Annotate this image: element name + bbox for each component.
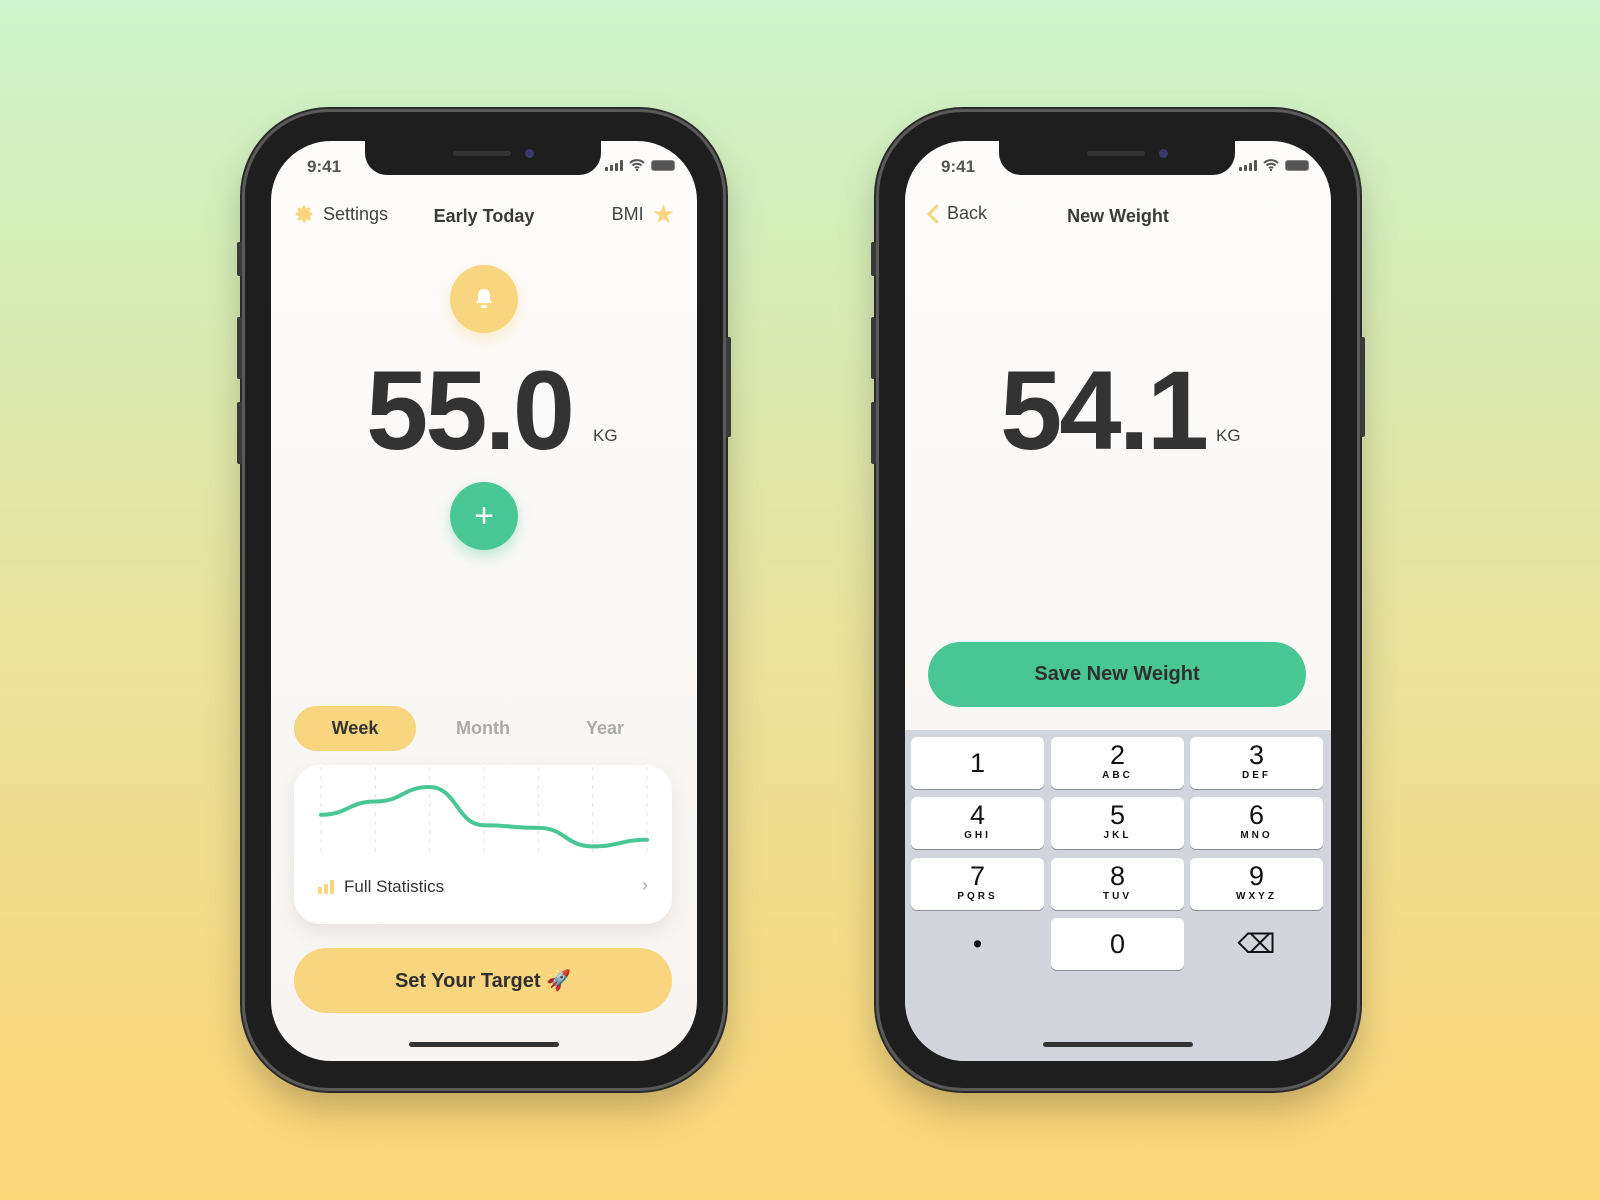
status-time: 9:41 bbox=[307, 157, 342, 176]
add-weight-button[interactable]: + bbox=[450, 482, 518, 550]
key-digit: 1 bbox=[969, 748, 986, 778]
weight-chart bbox=[319, 767, 649, 855]
key-letters: DEF bbox=[1242, 770, 1271, 781]
delete-key[interactable]: ⌫ bbox=[1190, 918, 1323, 970]
status-time: 9:41 bbox=[941, 157, 976, 176]
phone-home-screen: 9:41 Settings Early Today BMI ★ 55.0 KG … bbox=[237, 112, 731, 1088]
battery-icon bbox=[651, 159, 675, 171]
bell-icon bbox=[476, 289, 492, 308]
key-2[interactable]: 2 ABC bbox=[1051, 737, 1184, 789]
screen: 9:41 Settings Early Today BMI ★ 55.0 KG … bbox=[271, 141, 697, 1061]
status-icons bbox=[1239, 159, 1309, 171]
home-indicator bbox=[1043, 1042, 1193, 1047]
key-9[interactable]: 9 WXYZ bbox=[1190, 858, 1323, 910]
status-icons bbox=[605, 159, 675, 171]
key-digit: • bbox=[972, 929, 983, 959]
nav-bar: Back New Weight bbox=[905, 203, 1331, 233]
key-3[interactable]: 3 DEF bbox=[1190, 737, 1323, 789]
full-statistics-label: Full Statistics bbox=[344, 877, 445, 896]
signal-icon bbox=[1239, 159, 1257, 171]
key-letters: PQRS bbox=[957, 891, 998, 902]
key-letters: WXYZ bbox=[1236, 891, 1277, 902]
key-letters: ABC bbox=[1102, 770, 1133, 781]
key-digit: 5 bbox=[1109, 800, 1126, 830]
tab-year[interactable]: Year bbox=[544, 706, 666, 751]
nav-bar: Settings Early Today BMI ★ bbox=[271, 199, 697, 233]
save-new-weight-button[interactable]: Save New Weight bbox=[928, 642, 1306, 707]
key-digit: 9 bbox=[1248, 861, 1265, 891]
key-digit: 8 bbox=[1109, 861, 1126, 891]
tab-week[interactable]: Week bbox=[294, 706, 416, 751]
bmi-button[interactable]: BMI ★ bbox=[611, 199, 675, 229]
key-4[interactable]: 4 GHI bbox=[911, 797, 1044, 849]
screen: 9:41 Back New Weight 54.1 KG Save New We… bbox=[905, 141, 1331, 1061]
key-digit: 0 bbox=[1109, 929, 1126, 959]
key-letters: JKL bbox=[1103, 830, 1132, 841]
numeric-keypad: 1 2 ABC 3 DEF 4 GHI 5 JKL 6 MNO 7 PQRS 8 TUV 9 WXYZ • 0 ⌫ bbox=[905, 730, 1331, 1061]
key-digit: 6 bbox=[1248, 800, 1265, 830]
key-5[interactable]: 5 JKL bbox=[1051, 797, 1184, 849]
period-tabs: Week Month Year bbox=[294, 706, 672, 751]
key-letters: GHI bbox=[964, 830, 991, 841]
bmi-label: BMI bbox=[611, 203, 644, 224]
set-target-button[interactable]: Set Your Target 🚀 bbox=[294, 948, 672, 1013]
key-digit: 2 bbox=[1109, 740, 1126, 770]
weight-unit: KG bbox=[593, 426, 618, 445]
statistics-card[interactable]: Full Statistics › bbox=[294, 765, 672, 924]
chevron-right-icon: › bbox=[642, 875, 648, 895]
battery-icon bbox=[1285, 159, 1309, 171]
new-weight-value[interactable]: 54.1 bbox=[905, 346, 1331, 475]
signal-icon bbox=[605, 159, 623, 171]
wifi-icon bbox=[629, 159, 645, 171]
star-icon: ★ bbox=[651, 199, 675, 229]
wifi-icon bbox=[1263, 159, 1279, 171]
key-letters: TUV bbox=[1103, 891, 1132, 902]
weight-unit: KG bbox=[1216, 426, 1241, 445]
backspace-icon: ⌫ bbox=[1237, 929, 1276, 959]
key-digit: 7 bbox=[969, 861, 986, 891]
key-6[interactable]: 6 MNO bbox=[1190, 797, 1323, 849]
decimal-key[interactable]: • bbox=[911, 918, 1044, 970]
key-0[interactable]: 0 bbox=[1051, 918, 1184, 970]
reminder-button[interactable] bbox=[450, 265, 518, 333]
home-indicator bbox=[409, 1042, 559, 1047]
key-letters: MNO bbox=[1240, 830, 1273, 841]
plus-icon: + bbox=[474, 497, 494, 535]
page-title: New Weight bbox=[1067, 206, 1169, 226]
current-weight: 55.0 bbox=[366, 348, 575, 473]
key-digit: 4 bbox=[969, 800, 986, 830]
key-1[interactable]: 1 bbox=[911, 737, 1044, 789]
tab-month[interactable]: Month bbox=[422, 706, 544, 751]
bar-chart-icon bbox=[318, 880, 334, 894]
key-7[interactable]: 7 PQRS bbox=[911, 858, 1044, 910]
key-8[interactable]: 8 TUV bbox=[1051, 858, 1184, 910]
key-digit: 3 bbox=[1248, 740, 1265, 770]
phone-new-weight-screen: 9:41 Back New Weight 54.1 KG Save New We… bbox=[871, 112, 1365, 1088]
